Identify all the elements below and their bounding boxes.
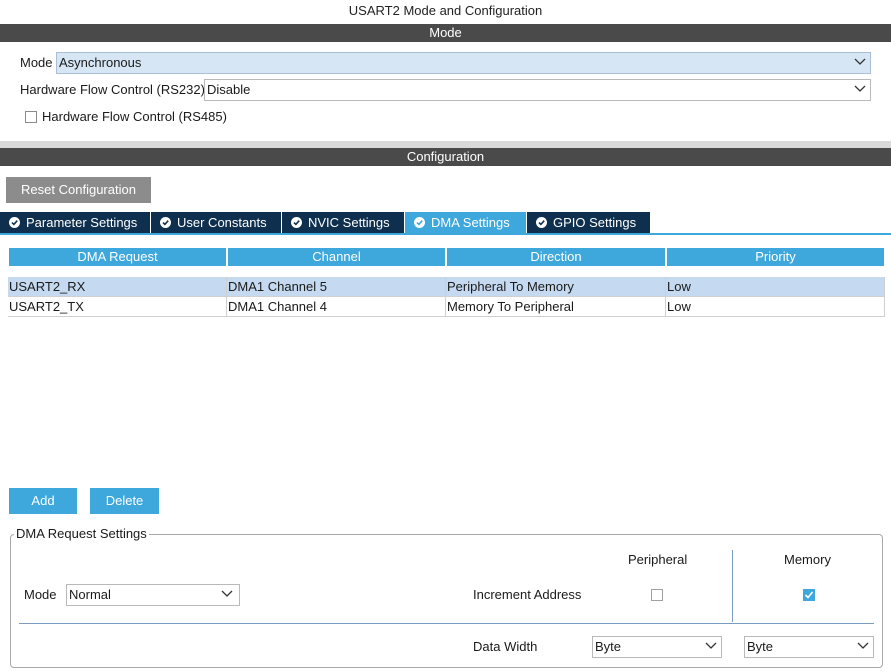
chevron-down-icon bbox=[221, 585, 233, 605]
tab-user-constants[interactable]: User Constants bbox=[151, 212, 282, 233]
mode-select[interactable]: Asynchronous bbox=[56, 52, 871, 74]
dma-request-settings-legend: DMA Request Settings bbox=[14, 526, 149, 541]
column-header-dma-request[interactable]: DMA Request bbox=[9, 248, 226, 266]
check-circle-icon bbox=[160, 217, 171, 228]
chevron-down-icon bbox=[857, 637, 869, 657]
check-circle-icon bbox=[9, 217, 20, 228]
configuration-section-header: Configuration bbox=[0, 148, 891, 166]
tab-dma-settings[interactable]: DMA Settings bbox=[405, 212, 527, 233]
hw-flow-rs485-checkbox[interactable] bbox=[25, 111, 37, 123]
cell-channel: DMA1 Channel 5 bbox=[227, 277, 446, 297]
reset-configuration-button[interactable]: Reset Configuration bbox=[6, 177, 151, 203]
memory-header: Memory bbox=[784, 552, 831, 567]
chevron-down-icon bbox=[854, 53, 866, 73]
memory-increment-checkbox[interactable] bbox=[803, 589, 815, 601]
hw-flow-rs485-label: Hardware Flow Control (RS485) bbox=[42, 109, 227, 124]
tab-gpio-settings[interactable]: GPIO Settings bbox=[527, 212, 651, 233]
peripheral-data-width-select[interactable]: Byte bbox=[592, 636, 722, 658]
increment-address-label: Increment Address bbox=[473, 587, 582, 602]
cell-channel: DMA1 Channel 4 bbox=[227, 297, 446, 317]
settings-row-separator bbox=[19, 623, 874, 624]
chevron-down-icon bbox=[854, 80, 866, 100]
config-tab-bar: Parameter Settings User Constants NVIC S… bbox=[0, 212, 891, 233]
column-header-priority[interactable]: Priority bbox=[667, 248, 884, 266]
cell-direction: Peripheral To Memory bbox=[446, 277, 666, 297]
section-divider bbox=[0, 141, 891, 148]
chevron-down-icon bbox=[705, 637, 717, 657]
checkmark-icon bbox=[804, 591, 814, 599]
peripheral-data-width-value: Byte bbox=[595, 639, 622, 654]
tab-label: DMA Settings bbox=[431, 215, 510, 230]
delete-button[interactable]: Delete bbox=[90, 488, 159, 514]
hw-flow-rs232-select[interactable]: Disable bbox=[204, 79, 871, 101]
add-button[interactable]: Add bbox=[9, 488, 77, 514]
tab-underline bbox=[0, 233, 891, 235]
memory-data-width-select[interactable]: Byte bbox=[744, 636, 874, 658]
cell-dma-request: USART2_RX bbox=[8, 277, 227, 297]
cell-priority: Low bbox=[666, 297, 885, 317]
check-circle-icon bbox=[414, 217, 425, 228]
tab-label: User Constants bbox=[177, 215, 267, 230]
window-title: USART2 Mode and Configuration bbox=[348, 3, 543, 18]
column-header-direction[interactable]: Direction bbox=[447, 248, 665, 266]
peripheral-increment-checkbox[interactable] bbox=[651, 589, 663, 601]
tab-nvic-settings[interactable]: NVIC Settings bbox=[282, 212, 405, 233]
mode-select-value: Asynchronous bbox=[59, 55, 142, 70]
mode-section-header: Mode bbox=[0, 24, 891, 42]
table-row[interactable]: USART2_TX DMA1 Channel 4 Memory To Perip… bbox=[8, 297, 885, 317]
cell-dma-request: USART2_TX bbox=[8, 297, 227, 317]
hw-flow-rs232-value: Disable bbox=[207, 82, 251, 97]
hw-flow-rs232-label: Hardware Flow Control (RS232) bbox=[20, 82, 205, 97]
cell-direction: Memory To Peripheral bbox=[446, 297, 666, 317]
memory-data-width-value: Byte bbox=[747, 639, 774, 654]
tab-label: NVIC Settings bbox=[308, 215, 390, 230]
column-separator bbox=[732, 550, 733, 622]
cell-priority: Low bbox=[666, 277, 885, 297]
dma-mode-label: Mode bbox=[24, 587, 57, 602]
data-width-label: Data Width bbox=[473, 639, 538, 654]
tab-parameter-settings[interactable]: Parameter Settings bbox=[0, 212, 151, 233]
check-circle-icon bbox=[291, 217, 302, 228]
table-row[interactable]: USART2_RX DMA1 Channel 5 Peripheral To M… bbox=[8, 277, 885, 297]
tab-label: GPIO Settings bbox=[553, 215, 637, 230]
dma-mode-value: Normal bbox=[69, 587, 111, 602]
peripheral-header: Peripheral bbox=[628, 552, 688, 567]
column-header-channel[interactable]: Channel bbox=[228, 248, 445, 266]
dma-mode-select[interactable]: Normal bbox=[66, 584, 240, 606]
check-circle-icon bbox=[536, 217, 547, 228]
tab-label: Parameter Settings bbox=[26, 215, 138, 230]
mode-label: Mode bbox=[20, 55, 53, 70]
